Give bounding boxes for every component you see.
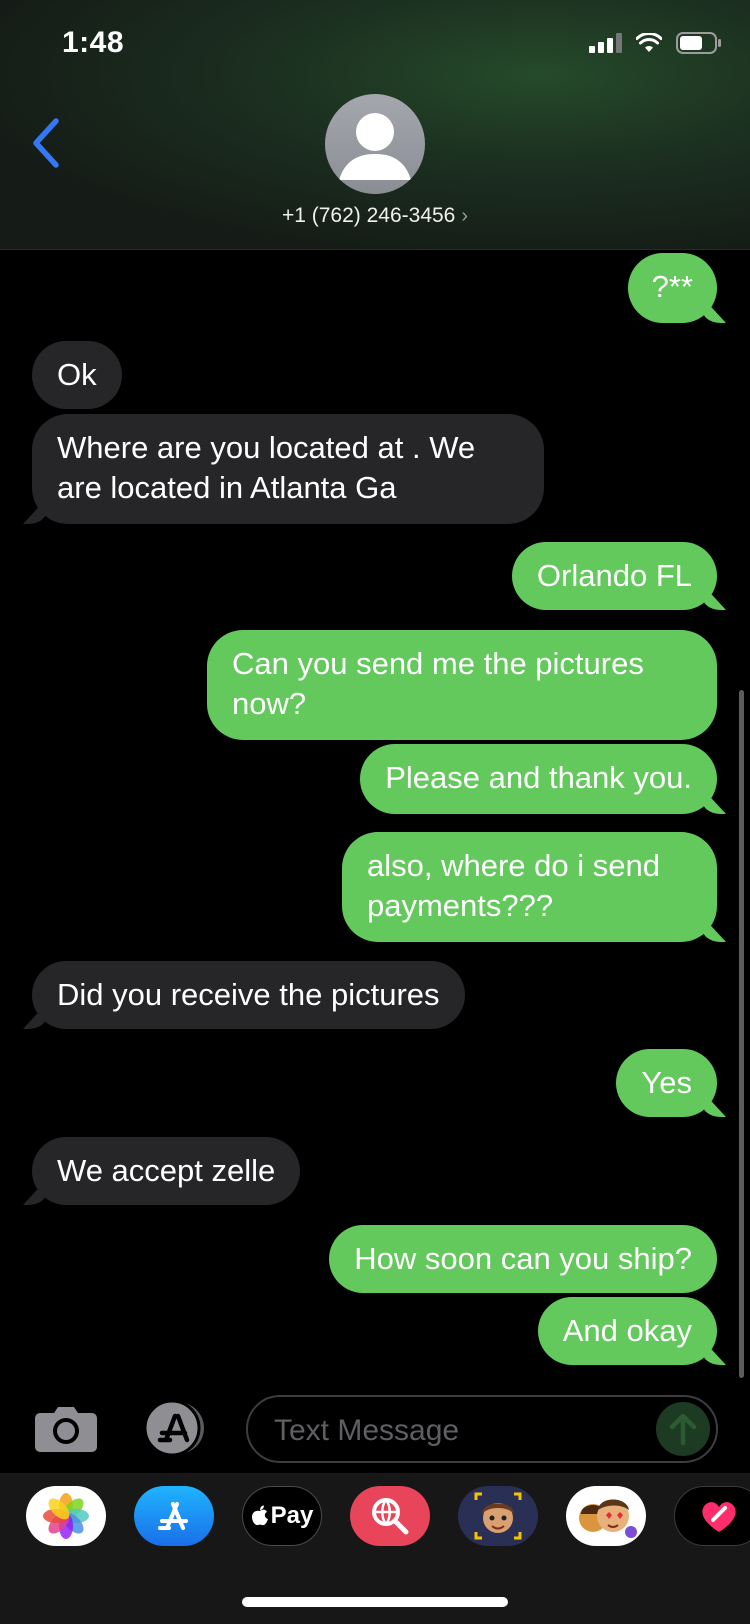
photos-app-button[interactable] — [26, 1486, 106, 1546]
apple-pay-app-button[interactable]: Pay — [242, 1486, 322, 1546]
message-received[interactable]: Did you receive the pictures — [32, 961, 465, 1029]
camera-button[interactable] — [34, 1403, 98, 1453]
apple-pay-label: Pay — [270, 1502, 314, 1529]
message-received[interactable]: Where are you located at . We are locate… — [32, 414, 544, 524]
memoji-app-button[interactable] — [458, 1486, 538, 1546]
photos-icon — [43, 1493, 89, 1539]
contact-phone-number: +1 (762) 246-3456 — [281, 204, 456, 227]
web-search-icon — [372, 1498, 409, 1535]
chevron-right-icon: › — [461, 205, 469, 227]
app-store-icon — [143, 1399, 204, 1457]
memoji-icon — [474, 1492, 522, 1540]
camera-icon — [35, 1407, 97, 1452]
conversation-header: 1:48 +1 (762) 246-3456 › — [0, 0, 750, 250]
message-received[interactable]: Ok — [32, 341, 122, 409]
animoji-stickers-app-button[interactable] — [566, 1486, 646, 1546]
status-time: 1:48 — [62, 26, 125, 59]
message-received[interactable]: We accept zelle — [32, 1137, 301, 1205]
message-sent[interactable]: How soon can you ship? — [329, 1225, 717, 1293]
message-sent[interactable]: Please and thank you. — [360, 744, 717, 814]
home-indicator[interactable] — [242, 1597, 508, 1607]
app-store-icon — [158, 1502, 188, 1530]
message-sent[interactable]: ?** — [627, 253, 717, 323]
animoji-stickers-icon — [579, 1499, 637, 1538]
send-button[interactable] — [656, 1402, 710, 1456]
message-sent[interactable]: Can you send me the pictures now? — [207, 630, 717, 740]
app-store-apps-button[interactable] — [140, 1399, 212, 1457]
web-search-app-button[interactable] — [350, 1486, 430, 1546]
message-thread[interactable]: ?** Ok Where are you located at . We are… — [0, 250, 750, 1387]
message-input-placeholder: Text Message — [274, 1414, 460, 1447]
app-store-app-button[interactable] — [134, 1486, 214, 1546]
back-button[interactable] — [28, 115, 68, 171]
message-sent[interactable]: Yes — [616, 1049, 717, 1117]
contact-avatar[interactable] — [325, 94, 425, 194]
contact-name[interactable]: +1 (762) 246-3456 › — [0, 204, 750, 228]
message-sent[interactable]: also, where do i send payments??? — [342, 832, 717, 942]
person-icon — [339, 113, 411, 180]
status-icons — [589, 32, 722, 54]
digital-touch-icon — [702, 1502, 736, 1532]
cellular-signal-icon — [589, 33, 622, 53]
message-sent[interactable]: And okay — [537, 1297, 717, 1365]
battery-icon — [676, 32, 721, 54]
chevron-left-icon — [33, 118, 59, 168]
wifi-icon — [636, 33, 662, 52]
arrow-up-icon — [669, 1413, 697, 1446]
message-sent[interactable]: Orlando FL — [511, 542, 717, 610]
apple-pay-icon — [251, 1505, 268, 1526]
scrollbar[interactable] — [739, 690, 744, 1378]
digital-touch-app-button[interactable] — [674, 1486, 750, 1546]
message-input[interactable]: Text Message — [246, 1395, 718, 1463]
